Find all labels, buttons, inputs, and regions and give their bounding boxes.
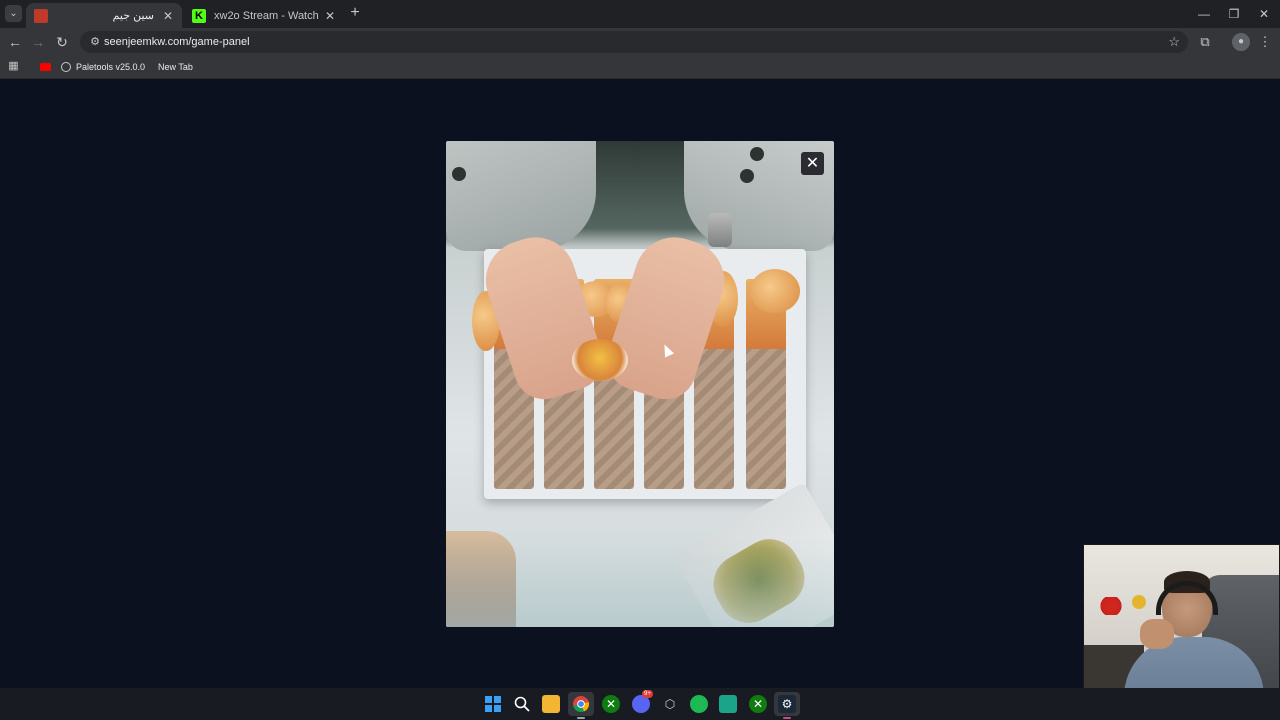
xbox-icon[interactable]: ✕ xyxy=(602,695,620,713)
chrome-icon[interactable] xyxy=(572,695,590,713)
reload-icon[interactable]: ↻ xyxy=(53,33,71,51)
menu-kebab-icon[interactable]: ⋮ xyxy=(1256,33,1274,51)
windows-taskbar: ✕ 9+ ⬡ ✕ ⚙ xyxy=(0,688,1280,720)
extensions-icon[interactable]: ⧉ xyxy=(1196,33,1214,51)
unity-icon[interactable]: ⬡ xyxy=(661,695,679,713)
spotify-icon[interactable] xyxy=(690,695,708,713)
photo-detail xyxy=(708,213,732,247)
tab-close-icon[interactable]: ✕ xyxy=(162,9,174,23)
bookmark-youtube[interactable] xyxy=(40,59,55,75)
android-icon[interactable] xyxy=(719,695,737,713)
discord-badge: 9+ xyxy=(642,690,653,698)
bookmark-label: New Tab xyxy=(158,62,193,72)
tab-seenjeem[interactable]: سين جيم ✕ xyxy=(26,3,182,28)
running-indicator xyxy=(577,717,585,719)
xbox-app-icon[interactable]: ✕ xyxy=(749,695,767,713)
chip xyxy=(750,269,800,313)
tab-title: سين جيم xyxy=(112,10,154,22)
site-info-icon[interactable]: ⚙ xyxy=(88,35,102,49)
back-icon[interactable]: ← xyxy=(6,33,24,51)
search-icon[interactable] xyxy=(513,695,531,713)
tab-strip: ⌄ سين جيم ✕ K xw2o Stream - Watch Live o… xyxy=(0,0,1280,28)
tab-kick[interactable]: K xw2o Stream - Watch Live on Kick ✕ xyxy=(184,3,344,28)
bookmarks-bar: ▦ Paletools v25.0.0 New Tab xyxy=(0,56,1280,79)
minimize-button[interactable]: — xyxy=(1190,6,1218,22)
photo-detail xyxy=(750,147,764,161)
windows-start-icon[interactable] xyxy=(484,695,502,713)
apps-grid-icon[interactable]: ▦ xyxy=(7,60,20,73)
webcam-detail xyxy=(1140,619,1174,649)
bookmark-star-icon[interactable]: ☆ xyxy=(1168,34,1180,50)
photo-detail xyxy=(452,167,466,181)
webcam-detail xyxy=(1096,597,1126,615)
photo-detail xyxy=(446,141,596,251)
youtube-icon xyxy=(40,63,51,71)
new-tab-button[interactable]: + xyxy=(346,4,364,22)
close-window-button[interactable]: ✕ xyxy=(1250,6,1278,22)
kick-favicon-icon: K xyxy=(192,8,206,23)
discord-icon[interactable]: 9+ xyxy=(632,690,653,713)
photo-detail xyxy=(446,537,834,627)
tab-close-icon[interactable]: ✕ xyxy=(324,9,336,23)
bookmark-label: Paletools v25.0.0 xyxy=(76,62,146,72)
photo-detail xyxy=(740,169,754,183)
close-viewer-button[interactable]: ✕ xyxy=(801,152,824,175)
seenjeem-favicon-icon xyxy=(34,8,48,23)
held-wrap xyxy=(572,339,628,381)
tab-search-button[interactable]: ⌄ xyxy=(5,5,22,22)
bookmark-new-tab[interactable]: New Tab xyxy=(158,59,193,75)
forward-icon[interactable]: → xyxy=(29,33,47,51)
image-viewer xyxy=(446,141,834,627)
globe-icon xyxy=(61,62,71,72)
profile-avatar-icon[interactable]: ● xyxy=(1232,33,1250,51)
address-bar[interactable]: ⚙ seenjeemkw.com/game-panel ☆ xyxy=(80,31,1188,53)
file-explorer-icon[interactable] xyxy=(542,695,560,713)
browser-toolbar: ← → ↻ ⚙ seenjeemkw.com/game-panel ☆ ⧉ ● … xyxy=(0,28,1280,56)
running-indicator xyxy=(783,717,791,719)
webcam-detail xyxy=(1132,595,1146,609)
bookmark-paletools[interactable]: Paletools v25.0.0 xyxy=(61,59,145,75)
tab-title: xw2o Stream - Watch Live on Kick xyxy=(214,9,320,22)
restore-button[interactable]: ❐ xyxy=(1220,6,1248,22)
url-text[interactable]: seenjeemkw.com/game-panel xyxy=(104,35,250,49)
steam-icon[interactable]: ⚙ xyxy=(778,695,796,713)
